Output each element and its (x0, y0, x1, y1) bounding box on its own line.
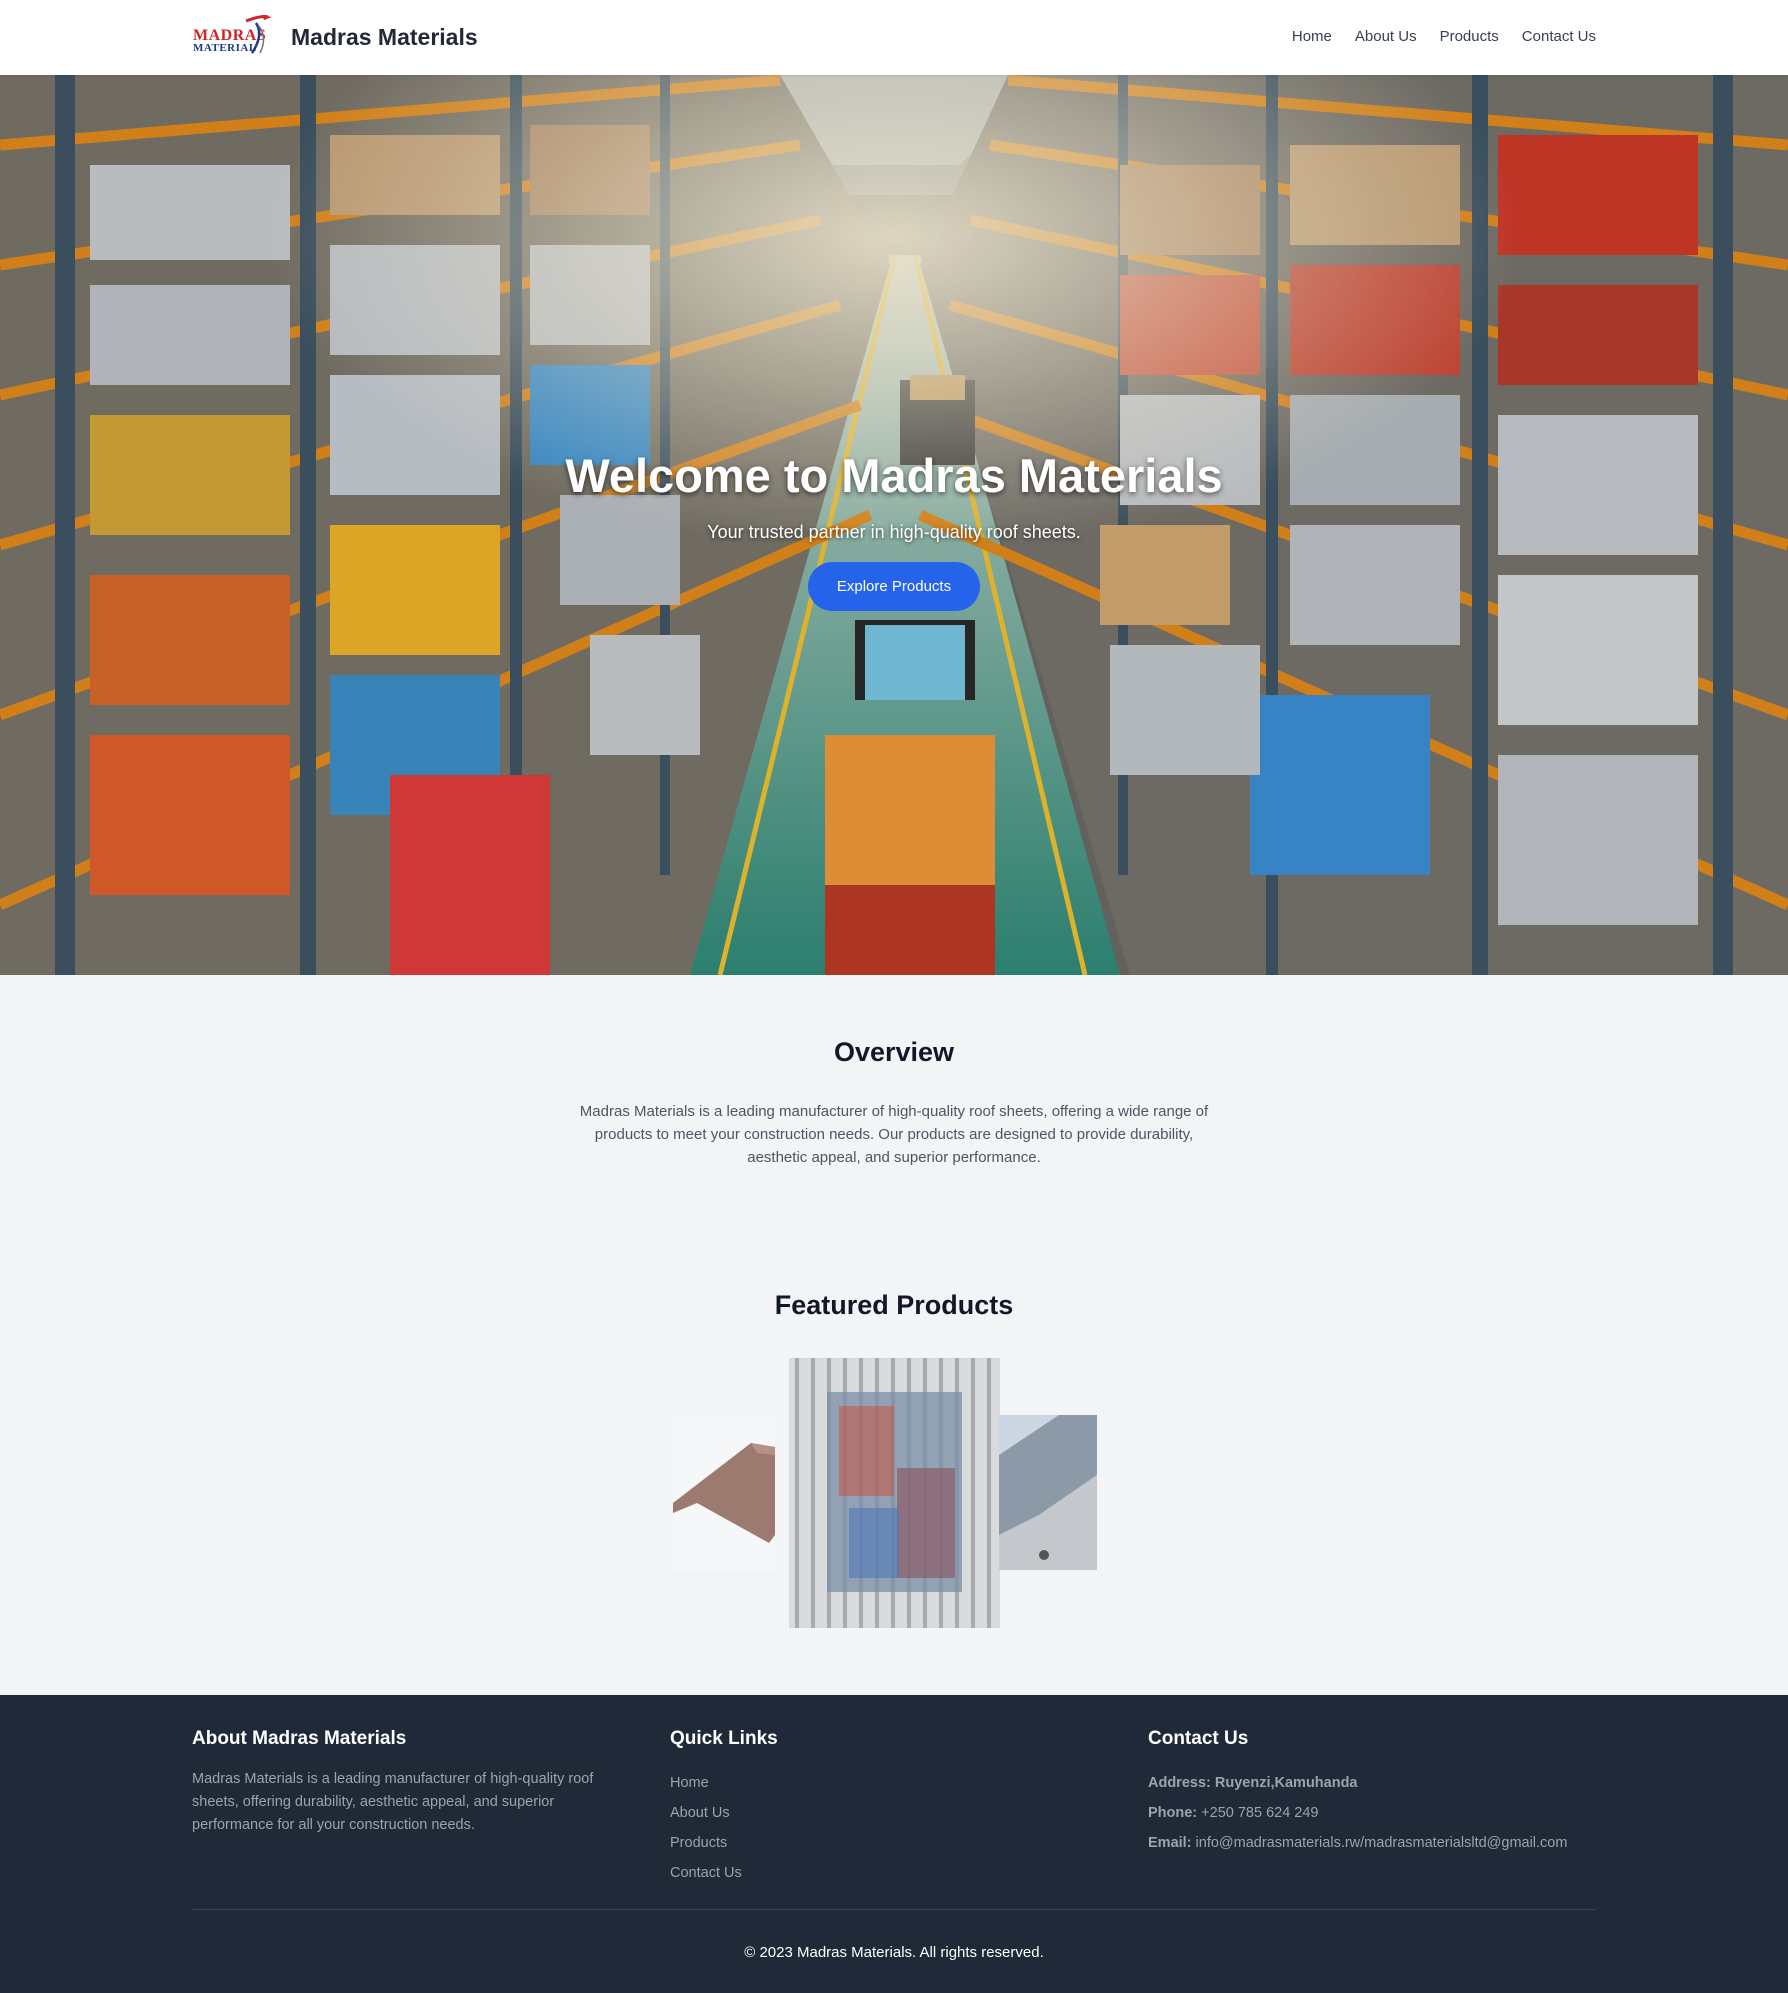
footer-links-heading: Quick Links (670, 1728, 778, 1749)
copyright-text: © 2023 Madras Materials. All rights rese… (744, 1944, 1044, 1961)
footer-contact-heading: Contact Us (1148, 1728, 1249, 1749)
footer-about-text: Madras Materials is a leading manufactur… (192, 1771, 594, 1833)
footer-link-contact[interactable]: Contact Us (670, 1858, 970, 1888)
brand-logo[interactable]: MADRAS MATERIAL (192, 13, 282, 55)
product-image-ridge-cap[interactable] (673, 1415, 775, 1570)
footer-quick-links: Quick Links Home About Us Products Conta… (670, 1728, 970, 1888)
featured-products-heading: Featured Products (774, 1290, 1014, 1320)
logo-swoosh-icon (245, 15, 272, 54)
nav-link-contact[interactable]: Contact Us (1522, 28, 1596, 45)
phone-value[interactable]: +250 785 624 249 (1201, 1805, 1318, 1821)
address-value: Ruyenzi,Kamuhanda (1214, 1775, 1358, 1791)
email-value[interactable]: info@madrasmaterials.rw/madrasmaterialsl… (1196, 1835, 1568, 1851)
ridge-cap-image (673, 1415, 775, 1570)
nav-link-products[interactable]: Products (1440, 28, 1499, 45)
overview-heading: Overview (833, 1037, 955, 1067)
address-label: Address: (1148, 1775, 1211, 1791)
site-footer: About Madras Materials Madras Materials … (0, 1695, 1788, 1993)
phone-label: Phone: (1148, 1805, 1198, 1821)
roof-installation-image (999, 1415, 1097, 1570)
nav-menu: Home About Us Products Contact Us (1292, 28, 1596, 45)
footer-address: Address: Ruyenzi,Kamuhanda (1148, 1768, 1596, 1798)
product-image-roof-installation[interactable] (999, 1415, 1097, 1570)
footer-phone: Phone: +250 785 624 249 (1148, 1798, 1596, 1828)
nav-link-about[interactable]: About Us (1355, 28, 1417, 45)
footer-contact: Contact Us Address: Ruyenzi,Kamuhanda Ph… (1148, 1728, 1596, 1858)
hero-banner: Welcome to Madras Materials Your trusted… (0, 75, 1788, 975)
nav-link-home[interactable]: Home (1292, 28, 1332, 45)
hero-subtitle: Your trusted partner in high-quality roo… (707, 522, 1081, 542)
hero-title: Welcome to Madras Materials (565, 449, 1223, 502)
footer-link-about[interactable]: About Us (670, 1798, 970, 1828)
explore-products-button[interactable]: Explore Products (808, 562, 980, 611)
footer-about-heading: About Madras Materials (192, 1728, 407, 1749)
footer-divider (192, 1909, 1596, 1910)
footer-email: Email: info@madrasmaterials.rw/madrasmat… (1148, 1828, 1596, 1858)
site-title[interactable]: Madras Materials (291, 24, 478, 51)
footer-link-home[interactable]: Home (670, 1768, 970, 1798)
roof-sheet-image (789, 1358, 1000, 1628)
email-label: Email: (1148, 1835, 1192, 1851)
footer-about: About Madras Materials Madras Materials … (192, 1728, 622, 1837)
footer-link-products[interactable]: Products (670, 1828, 970, 1858)
overview-text: Madras Materials is a leading manufactur… (579, 1103, 1209, 1166)
top-navbar: MADRAS MATERIAL Madras Materials Home Ab… (0, 0, 1788, 75)
product-image-roof-sheet[interactable] (789, 1358, 1000, 1628)
